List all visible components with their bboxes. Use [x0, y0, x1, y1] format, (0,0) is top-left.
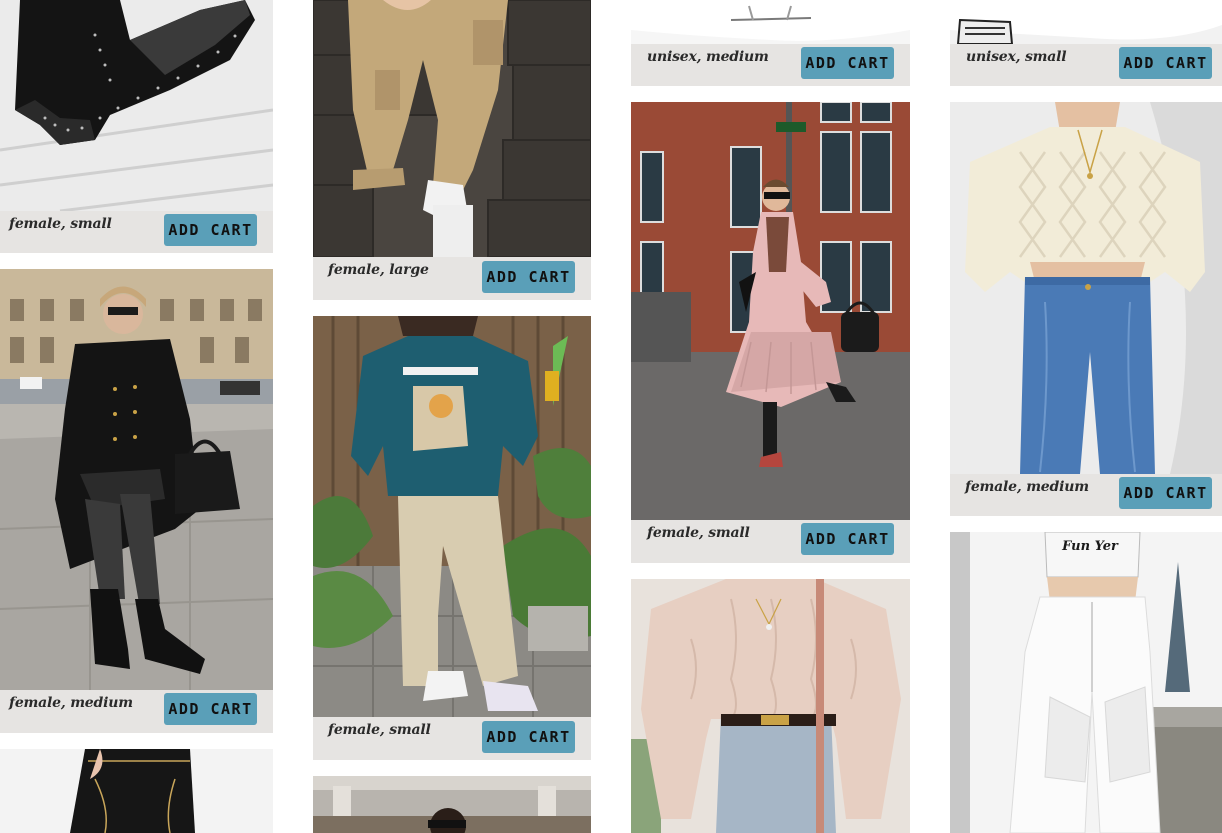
product-image-black-coat[interactable] — [0, 269, 273, 690]
add-cart-button[interactable]: ADD CART — [164, 693, 257, 725]
product-card: female, medium ADD CART — [0, 269, 273, 733]
add-cart-button[interactable]: ADD CART — [801, 523, 894, 555]
product-card: female, small ADD CART — [313, 316, 591, 760]
product-card — [313, 776, 591, 833]
add-cart-button[interactable]: ADD CART — [482, 721, 575, 753]
add-cart-button[interactable]: ADD CART — [164, 214, 257, 246]
product-image-white-item[interactable] — [631, 0, 910, 44]
size-label: female, small — [9, 216, 112, 232]
product-card — [0, 749, 273, 833]
product-card: unisex, medium ADD CART — [631, 0, 910, 86]
product-card: female, small ADD CART — [0, 0, 273, 253]
size-label: female, medium — [965, 479, 1089, 495]
product-image-arcade[interactable] — [313, 776, 591, 833]
product-card: female, small ADD CART — [631, 102, 910, 563]
size-label: female, large — [328, 262, 429, 278]
product-image-cargo-pants[interactable] — [313, 0, 591, 257]
size-label: unisex, small — [966, 49, 1067, 65]
product-image-teal-sweatshirt[interactable] — [313, 316, 591, 717]
size-label: female, small — [647, 525, 750, 541]
product-image-cream-sweater[interactable] — [950, 102, 1222, 474]
product-card: female, medium ADD CART — [950, 102, 1222, 516]
product-image-black-pants[interactable] — [0, 749, 273, 833]
product-image-white-cargo-pants[interactable]: Fun Yer — [950, 532, 1222, 833]
product-image-white-sneakers[interactable] — [950, 0, 1222, 44]
product-grid: female, small ADD CART female, medium AD… — [0, 0, 1222, 833]
product-card: unisex, small ADD CART — [950, 0, 1222, 86]
product-card: female, large ADD CART — [313, 0, 591, 300]
size-label: female, medium — [9, 695, 133, 711]
add-cart-button[interactable]: ADD CART — [1119, 47, 1212, 79]
product-image-blush-sweater[interactable] — [631, 579, 910, 833]
add-cart-button[interactable]: ADD CART — [1119, 477, 1212, 509]
product-card: Fun Yer — [950, 532, 1222, 833]
product-card — [631, 579, 910, 833]
product-image-pink-coat[interactable] — [631, 102, 910, 520]
product-image-boot[interactable] — [0, 0, 273, 211]
shirt-print-text: Fun Yer — [1061, 539, 1119, 554]
add-cart-button[interactable]: ADD CART — [482, 261, 575, 293]
size-label: unisex, medium — [647, 49, 769, 65]
size-label: female, small — [328, 722, 431, 738]
add-cart-button[interactable]: ADD CART — [801, 47, 894, 79]
